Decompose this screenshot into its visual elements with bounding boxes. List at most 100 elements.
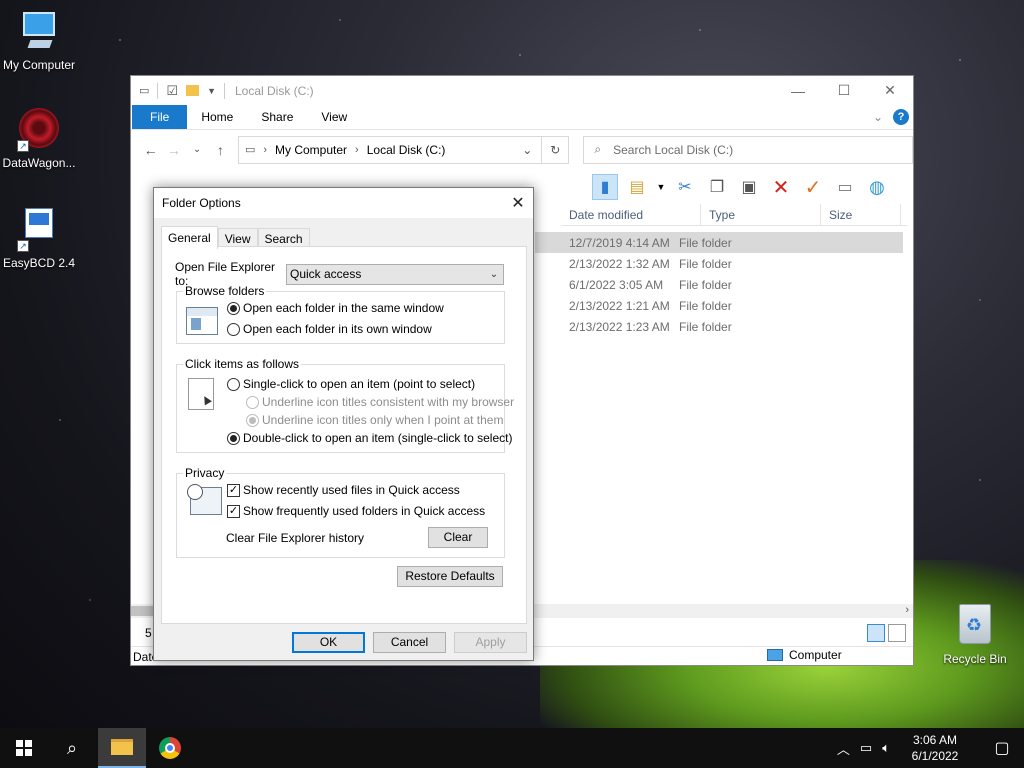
checkbox[interactable]: ✓ — [227, 483, 240, 497]
cancel-button[interactable]: Cancel — [373, 632, 446, 653]
checkbox-recent-files[interactable]: ✓ Show recently used files in Quick acce… — [227, 483, 460, 497]
refresh-icon[interactable]: ↻ — [542, 135, 570, 164]
desktop-icon-label: DataWagon... — [2, 156, 76, 170]
radio-button[interactable] — [227, 431, 240, 445]
close-icon[interactable]: ✕ — [503, 193, 533, 213]
help-icon[interactable]: ? — [893, 109, 909, 125]
checkbox-frequent-folders[interactable]: ✓ Show frequently used folders in Quick … — [227, 504, 485, 518]
folder-options-dialog[interactable]: Folder Options ✕ General View Search Ope… — [153, 187, 534, 661]
clock[interactable]: 3:06 AM 6/1/2022 — [900, 732, 970, 764]
address-bar[interactable]: ▭ › My Computer › Local Disk (C:) ⌄ — [237, 135, 543, 164]
copy-icon[interactable]: ❐ — [704, 174, 730, 200]
restore-defaults-button[interactable]: Restore Defaults — [397, 566, 503, 587]
network-globe-icon[interactable]: ◍ — [864, 174, 890, 200]
taskbar: ⌕ ︿ ▭ 🔈︎ 3:06 AM 6/1/2022 ▢ — [0, 728, 1024, 768]
show-hidden-icons-icon[interactable]: ︿ — [837, 739, 850, 758]
open-explorer-select[interactable]: Quick access ⌄ — [286, 263, 504, 285]
details-pane-icon[interactable]: ▤ — [624, 174, 650, 200]
computer-icon — [17, 10, 61, 54]
start-button[interactable] — [0, 728, 48, 768]
cut-icon[interactable]: ✂ — [672, 174, 698, 200]
desktop-icon-datawagon[interactable]: ↗ DataWagon... — [0, 108, 81, 170]
radio-single-click[interactable]: Single-click to open an item (point to s… — [227, 377, 475, 391]
chevron-right-icon[interactable]: › — [355, 144, 359, 156]
qat-dropdown-icon[interactable]: ▼ — [207, 86, 216, 96]
radio-button[interactable] — [227, 377, 240, 391]
minimize-icon[interactable]: — — [775, 76, 821, 105]
new-folder-icon[interactable] — [186, 85, 200, 96]
table-row[interactable]: 6/1/2022 3:05 AM File folder — [535, 274, 903, 295]
desktop-icon-my-computer[interactable]: My Computer — [0, 10, 81, 72]
network-icon[interactable]: ▭ — [860, 740, 872, 756]
scroll-right-icon[interactable]: › — [905, 604, 909, 616]
dialog-title-bar[interactable]: Folder Options ✕ — [154, 188, 533, 218]
delete-icon[interactable]: ✕ — [768, 174, 794, 200]
search-input[interactable]: ⌕ Search Local Disk (C:) — [583, 135, 913, 164]
table-row[interactable]: 2/13/2022 1:23 AM File folder — [535, 316, 903, 337]
radio-button[interactable] — [227, 301, 240, 315]
tab-general[interactable]: General — [161, 226, 218, 249]
ok-button[interactable]: OK — [292, 632, 365, 653]
radio-button[interactable] — [227, 322, 240, 336]
desktop-icon-easybcd[interactable]: ↗ EasyBCD 2.4 — [0, 208, 81, 270]
column-date-modified[interactable]: Date modified — [561, 204, 701, 225]
radio-own-window[interactable]: Open each folder in its own window — [227, 322, 432, 336]
apply-button[interactable]: Apply — [454, 632, 527, 653]
breadcrumb-my-computer[interactable]: My Computer — [275, 143, 347, 157]
desktop-icon-recycle-bin[interactable]: Recycle Bin — [933, 604, 1017, 666]
maximize-icon[interactable]: ☐ — [821, 76, 867, 105]
open-explorer-value: Quick access — [290, 267, 362, 281]
column-size[interactable]: Size — [821, 204, 901, 225]
details-view-icon[interactable] — [867, 624, 885, 642]
radio-label: Single-click to open an item (point to s… — [243, 377, 476, 391]
rename-check-icon[interactable]: ✓ — [800, 174, 826, 200]
ribbon-tab-share[interactable]: Share — [247, 105, 307, 129]
privacy-legend: Privacy — [185, 466, 225, 480]
scrollbar-thumb[interactable] — [131, 606, 155, 616]
folder-icon — [111, 739, 133, 755]
title-bar[interactable]: ▭ ☑ ▼ Local Disk (C:) — ☐ ✕ — [131, 76, 913, 105]
ribbon-tab-view[interactable]: View — [307, 105, 361, 129]
forward-icon[interactable]: → — [162, 142, 185, 158]
up-icon[interactable]: ↑ — [209, 142, 232, 158]
properties-icon[interactable]: ▭ — [832, 174, 858, 200]
quick-access-toolbar: ▭ ☑ ▼ — [139, 82, 225, 99]
properties-icon[interactable]: ☑ — [166, 83, 178, 99]
ribbon-tab-home[interactable]: Home — [187, 105, 247, 129]
item-count: 5 — [145, 626, 152, 640]
checkbox-label: Show frequently used folders in Quick ac… — [243, 504, 486, 518]
taskbar-file-explorer[interactable] — [98, 728, 146, 768]
table-row[interactable]: 12/7/2019 4:14 AM File folder — [535, 232, 903, 253]
notification-center-icon[interactable]: ▢ — [980, 738, 1024, 758]
radio-underline-point: Underline icon titles only when I point … — [246, 413, 503, 427]
radio-double-click[interactable]: Double-click to open an item (single-cli… — [227, 431, 512, 445]
ribbon-tabs: File Home Share View ⌄ ? — [131, 105, 913, 129]
ribbon-tab-file[interactable]: File — [132, 105, 188, 129]
recent-locations-icon[interactable]: ⌄ — [185, 144, 208, 155]
radio-same-window[interactable]: Open each folder in the same window — [227, 301, 444, 315]
paste-icon[interactable]: ▣ — [736, 174, 762, 200]
checkbox-label: Show recently used files in Quick access — [243, 483, 460, 497]
search-icon[interactable]: ⌕ — [48, 728, 96, 768]
chevron-right-icon[interactable]: › — [263, 144, 267, 156]
view-buttons — [867, 624, 906, 642]
search-placeholder: Search Local Disk (C:) — [613, 142, 734, 157]
checkbox[interactable]: ✓ — [227, 504, 240, 518]
volume-icon[interactable]: 🔈︎ — [882, 740, 890, 756]
windows-logo-icon — [16, 740, 32, 756]
address-dropdown-icon[interactable]: ⌄ — [513, 143, 541, 157]
close-icon[interactable]: ✕ — [867, 76, 913, 105]
column-type[interactable]: Type — [701, 204, 821, 225]
expand-ribbon-icon[interactable]: ⌄ — [873, 110, 883, 124]
status-location-label: Computer — [789, 648, 842, 662]
preview-pane-icon[interactable]: ▮ — [592, 174, 618, 200]
toolbar-dropdown-icon[interactable]: ▼ — [656, 174, 666, 200]
back-icon[interactable]: ← — [139, 142, 162, 158]
clear-button[interactable]: Clear — [428, 527, 488, 548]
breadcrumb-local-disk[interactable]: Local Disk (C:) — [367, 143, 446, 157]
large-icons-view-icon[interactable] — [888, 624, 906, 642]
table-row[interactable]: 2/13/2022 1:21 AM File folder — [535, 295, 903, 316]
taskbar-chrome[interactable] — [146, 728, 194, 768]
table-row[interactable]: 2/13/2022 1:32 AM File folder — [535, 253, 903, 274]
radio-label: Underline icon titles only when I point … — [262, 413, 504, 427]
